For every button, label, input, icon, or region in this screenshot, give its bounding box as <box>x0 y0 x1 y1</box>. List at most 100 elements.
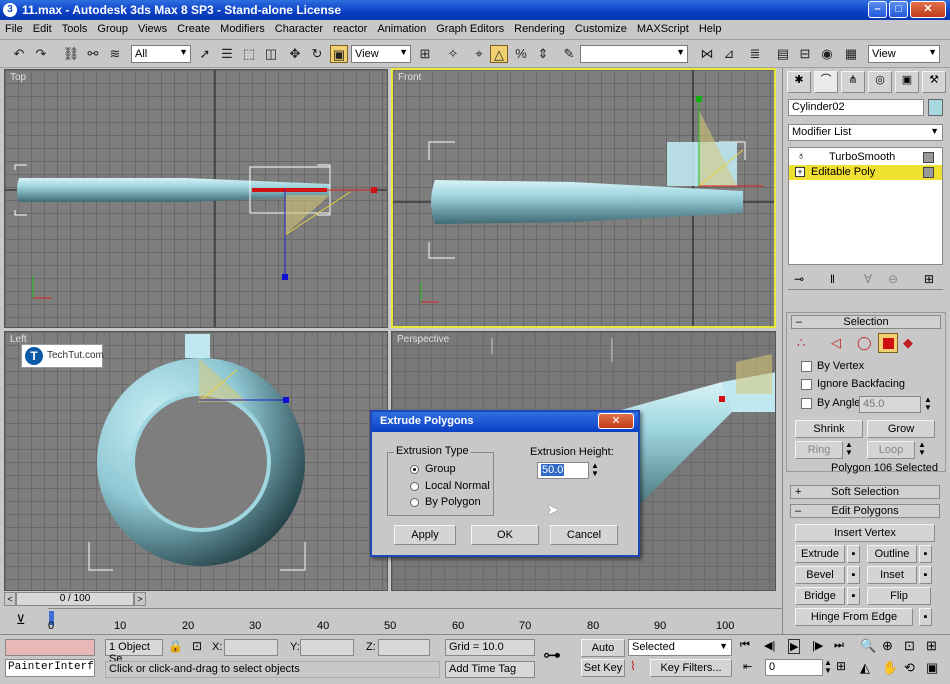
zoom-all-icon[interactable]: ⊕ <box>882 638 893 654</box>
z-coord-field[interactable] <box>378 639 430 656</box>
height-spinner-icon[interactable]: ▲ ▼ <box>591 462 599 478</box>
align-icon[interactable]: ⊿ <box>720 45 738 63</box>
schematic-view-icon[interactable]: ⊟ <box>796 45 814 63</box>
configure-modifier-sets-icon[interactable]: ⊞ <box>924 272 934 286</box>
stack-item-turbosmooth[interactable]: ♁ TurboSmooth <box>789 150 942 165</box>
menu-reactor[interactable]: reactor <box>328 20 372 35</box>
zoom-extents-icon[interactable]: ⊡ <box>904 638 915 654</box>
extrude-button[interactable]: Extrude <box>795 545 845 563</box>
remove-modifier-icon[interactable]: ⊖ <box>888 272 898 286</box>
layer-manager-icon[interactable]: ≣ <box>746 45 764 63</box>
outline-button[interactable]: Outline <box>867 545 917 563</box>
auto-key-button[interactable]: Auto Key <box>581 639 625 670</box>
by-angle-checkbox[interactable] <box>801 398 812 409</box>
named-selection-dropdown[interactable]: ▼ <box>580 45 688 63</box>
viewport-front[interactable]: Front <box>391 68 776 328</box>
group-radio[interactable] <box>410 465 419 474</box>
insert-vertex-button[interactable]: Insert Vertex <box>795 524 935 542</box>
next-key-icon[interactable]: |▶ <box>812 639 823 652</box>
maxscript-input[interactable]: PainterInterf <box>5 659 95 677</box>
angle-value-field[interactable]: 45.0 <box>859 396 921 413</box>
expand-plus-icon[interactable]: + <box>795 167 805 177</box>
local-normal-radio[interactable] <box>410 482 419 491</box>
menu-group[interactable]: Group <box>92 20 133 35</box>
set-key-button[interactable]: Set Key <box>581 659 625 677</box>
modifier-toggle-icon[interactable] <box>923 167 934 178</box>
menu-file[interactable]: File <box>0 20 28 35</box>
bridge-settings-icon[interactable]: ▪ <box>847 587 860 605</box>
create-tab-icon[interactable]: ✱ <box>787 71 811 93</box>
menu-tools[interactable]: Tools <box>57 20 93 35</box>
viewport-top[interactable]: Top <box>4 69 388 328</box>
soft-selection-rollout-header[interactable]: + Soft Selection <box>790 485 940 499</box>
undo-icon[interactable]: ↶ <box>10 45 28 63</box>
motion-tab-icon[interactable]: ◎ <box>868 71 892 93</box>
prev-key-icon[interactable]: ◀| <box>764 639 775 652</box>
show-end-result-icon[interactable]: ‖ <box>830 272 835 286</box>
selection-rollout-header[interactable]: – Selection <box>791 315 941 329</box>
key-selection-dropdown[interactable]: Selected ▼ <box>628 639 732 656</box>
dialog-close-button[interactable]: ✕ <box>598 413 634 429</box>
menu-create[interactable]: Create <box>172 20 215 35</box>
select-manipulate-icon[interactable]: ✧ <box>444 45 462 63</box>
key-curve-icon[interactable]: ⌇ <box>630 659 636 673</box>
time-slider[interactable]: 0 / 100 <box>16 592 134 606</box>
time-config-icon[interactable]: ⊞ <box>836 659 846 673</box>
inset-settings-icon[interactable]: ▪ <box>919 566 932 584</box>
object-name-field[interactable]: Cylinder02 <box>788 99 924 116</box>
border-mode-icon[interactable]: ◯ <box>857 335 872 351</box>
angle-spinner-icon[interactable]: ▲ ▼ <box>924 396 932 412</box>
select-by-name-icon[interactable]: ☰ <box>218 45 236 63</box>
select-icon[interactable]: ➚ <box>196 45 214 63</box>
go-to-end-icon[interactable]: ⏭ <box>834 639 844 652</box>
close-button[interactable]: ✕ <box>910 1 946 18</box>
loop-spinner-icon[interactable]: ▲ ▼ <box>918 441 926 457</box>
window-crossing-icon[interactable]: ◫ <box>262 45 280 63</box>
mirror-icon[interactable]: ⋈ <box>698 45 716 63</box>
element-mode-icon[interactable]: ◆ <box>903 335 913 351</box>
ring-spinner-icon[interactable]: ▲ ▼ <box>845 441 853 457</box>
extrusion-height-field[interactable]: 50.0 <box>537 462 589 479</box>
bind-spacewarp-icon[interactable]: ≋ <box>106 45 124 63</box>
menu-maxscript[interactable]: MAXScript <box>632 20 694 35</box>
maxscript-listener-pink[interactable] <box>5 639 95 656</box>
go-to-start-icon[interactable]: ⏮ <box>740 639 750 652</box>
modifier-list-dropdown[interactable]: Modifier List ▼ <box>788 124 943 141</box>
viewport-left[interactable]: Left T TechTut.com <box>4 331 388 591</box>
object-color-swatch[interactable] <box>928 99 943 116</box>
hinge-from-edge-button[interactable]: Hinge From Edge <box>795 608 913 626</box>
field-of-view-icon[interactable]: ◭ <box>860 660 870 676</box>
key-mode-toggle-icon[interactable]: ⇤ <box>743 660 752 673</box>
y-coord-field[interactable] <box>300 639 354 656</box>
modify-tab-icon[interactable]: ⌒ <box>814 71 838 93</box>
play-icon[interactable]: ▶ <box>788 639 801 654</box>
by-polygon-radio[interactable] <box>410 498 419 507</box>
zoom-extents-all-icon[interactable]: ⊞ <box>926 638 937 654</box>
selection-filter-dropdown[interactable]: All ▼ <box>131 45 191 63</box>
menu-modifiers[interactable]: Modifiers <box>215 20 270 35</box>
make-unique-icon[interactable]: ∀ <box>864 272 872 286</box>
menu-character[interactable]: Character <box>270 20 328 35</box>
move-icon[interactable]: ✥ <box>286 45 304 63</box>
minimize-button[interactable]: – <box>868 1 887 18</box>
modifier-toggle-icon[interactable] <box>923 152 934 163</box>
menu-graph-editors[interactable]: Graph Editors <box>431 20 509 35</box>
edit-named-selection-icon[interactable]: ✎ <box>560 45 578 63</box>
add-time-tag-field[interactable]: Add Time Tag <box>445 661 535 678</box>
pan-icon[interactable]: ✋ <box>882 660 898 676</box>
set-key-mode-icon[interactable]: ⊶ <box>543 645 561 666</box>
curve-editor-icon[interactable]: ▤ <box>774 45 792 63</box>
menu-help[interactable]: Help <box>694 20 727 35</box>
render-scene-icon[interactable]: ▦ <box>842 45 860 63</box>
apply-button[interactable]: Apply <box>394 525 456 545</box>
polygon-mode-icon[interactable] <box>878 333 898 353</box>
current-frame-field[interactable]: 0 <box>765 659 823 676</box>
menu-rendering[interactable]: Rendering <box>509 20 570 35</box>
rotate-icon[interactable]: ↻ <box>308 45 326 63</box>
outline-settings-icon[interactable]: ▪ <box>919 545 932 563</box>
x-coord-field[interactable] <box>224 639 278 656</box>
vertex-mode-icon[interactable]: ∴ <box>797 335 805 351</box>
link-icon[interactable]: ⛓ <box>62 45 80 63</box>
rect-region-icon[interactable]: ⬚ <box>240 45 258 63</box>
pivot-center-icon[interactable]: ⊞ <box>416 45 434 63</box>
